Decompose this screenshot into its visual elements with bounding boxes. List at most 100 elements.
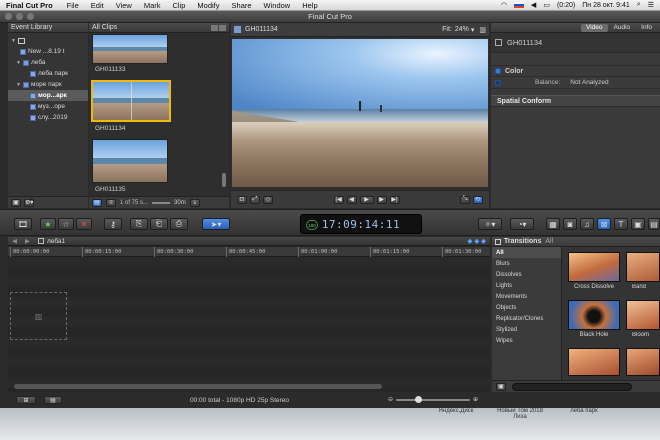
library-item[interactable]: ▼ море парк [8,79,88,90]
browser-scrollbar[interactable] [222,173,226,187]
balance-checkbox[interactable] [495,79,501,86]
category-dissolves[interactable]: Dissolves [492,269,561,280]
back-arrow-icon[interactable]: ◀ [12,237,17,245]
close-button[interactable] [5,13,12,20]
color-section[interactable]: Color [491,65,660,77]
desktop-icon-label[interactable]: Яндекс.Диск [430,408,482,414]
keyword-icon[interactable]: ⚷ [104,218,122,230]
menu-modify[interactable]: Modify [191,1,225,10]
library-item[interactable]: ▼ леба [8,57,88,68]
retime-icon[interactable]: ◔▾ [510,218,534,230]
library-item[interactable]: муз...оре [8,101,88,112]
clip-appearance-button[interactable]: ⇣ [189,198,200,207]
music-icon[interactable]: ♫ [580,218,594,230]
clip-duration[interactable]: 30m [174,200,186,206]
transitions-search-input[interactable] [512,382,632,391]
transitions-browser-icon[interactable]: ⊠ [597,218,611,230]
connect-clip-icon[interactable]: ⎘ [130,218,148,230]
timeline-index-toggle-icon[interactable]: ▤ [44,396,62,404]
category-all[interactable]: All [492,247,561,258]
go-to-start-icon[interactable]: |◀ [333,195,344,204]
library-item-selected[interactable]: мор...арк [8,90,88,101]
previous-frame-icon[interactable]: ◀ [346,195,357,204]
enhancements-icon[interactable]: ✧▾ [478,218,502,230]
desktop-icon-label[interactable]: леба парк [558,408,610,414]
show-library-button[interactable]: ▣ [11,198,21,207]
video-frame[interactable] [232,39,488,187]
camera-icon[interactable]: ◙ [563,218,577,230]
timeline-tracks[interactable] [8,257,490,392]
clock[interactable]: Пн 28 окт. 9:41 [582,2,630,9]
menu-edit[interactable]: Edit [85,1,110,10]
transition-thumbnail[interactable] [626,348,660,376]
transition-thumbnail[interactable] [568,300,620,330]
favorite-icon[interactable]: ★ [40,218,56,230]
fullscreen-icon[interactable]: ⤡ [460,195,470,204]
menu-view[interactable]: View [110,1,138,10]
minimize-button[interactable] [16,13,23,20]
themes-icon[interactable]: ▤ [648,218,660,230]
disclosure-triangle-icon[interactable]: ▼ [16,82,21,88]
tab-audio[interactable]: Audio [609,24,636,32]
tab-video[interactable]: Video [581,23,608,32]
menu-mark[interactable]: Mark [138,1,167,10]
transform-tool-icon[interactable]: ⤢ [250,195,260,204]
zoom-button[interactable] [27,13,34,20]
category-lights[interactable]: Lights [492,280,561,291]
action-gear-button[interactable]: ⚙▾ [24,198,35,207]
category-blurs[interactable]: Blurs [492,258,561,269]
spotlight-icon[interactable]: ⌕ [637,1,641,9]
forward-arrow-icon[interactable]: ▶ [25,237,30,245]
sidebar-toggle-icon[interactable]: ▣ [496,382,506,391]
insert-clip-icon[interactable]: ⎗ [150,218,168,230]
zoom-slider-track[interactable] [396,395,470,403]
category-replicator-clones[interactable]: Replicator/Clones [492,313,561,324]
tab-info[interactable]: Info [636,24,657,32]
viewer-switch-icon[interactable]: ▥ [479,26,486,34]
menu-window[interactable]: Window [258,1,297,10]
menu-help[interactable]: Help [296,1,323,10]
unrate-icon[interactable]: ☆ [58,218,74,230]
select-tool-icon[interactable]: ➤▾ [202,218,230,230]
zoom-out-icon[interactable]: ⊖ [388,396,393,403]
menu-clip[interactable]: Clip [167,1,192,10]
battery-icon[interactable]: ▭ [543,1,550,9]
reject-icon[interactable]: ✕ [76,218,92,230]
notification-list-icon[interactable]: ☰ [648,1,654,9]
volume-icon[interactable]: ◀︎ [531,1,536,9]
empty-storyline-placeholder[interactable]: ▥ [10,292,67,340]
color-enable-checkbox[interactable] [495,68,501,74]
timeline-ruler[interactable]: 00:00:00:00 00:00:15:00 00:00:30:00 00:0… [8,247,490,257]
menu-share[interactable]: Share [226,1,258,10]
zoom-in-icon[interactable]: ⊕ [473,396,478,403]
library-item[interactable]: New ...8.19 t [8,46,88,57]
library-item[interactable]: слу...2019 [8,112,88,123]
category-movements[interactable]: Movements [492,291,561,302]
transition-thumbnail[interactable] [626,300,660,330]
disclosure-triangle-icon[interactable]: ▼ [16,60,21,66]
play-icon[interactable]: ▶ [359,195,374,204]
audio-meters-icon[interactable]: ⊞ [16,396,36,404]
menu-file[interactable]: File [61,1,85,10]
menu-app-name[interactable]: Final Cut Pro [0,1,61,10]
generators-icon[interactable]: ▣ [631,218,645,230]
transition-thumbnail[interactable] [626,252,660,282]
browser-clip-actions-icon[interactable] [211,24,226,31]
loop-icon[interactable]: ↻ [473,195,483,204]
zoom-slider[interactable] [152,201,171,204]
timecode-display[interactable]: 100 17:09:14:11 [300,214,422,234]
next-frame-icon[interactable]: ▶ [376,195,387,204]
clips-filter[interactable]: All Clips [92,24,117,31]
viewer-zoom-value[interactable]: 24% [455,26,469,33]
input-flag-icon[interactable] [513,2,524,8]
clip-thumbnail-selected[interactable] [91,80,171,122]
filmstrip-view-button[interactable]: ▤ [92,198,102,207]
timeline-index-icon[interactable]: ◆ ◆ ◆ [467,237,486,245]
timeline-scrollbar[interactable] [14,384,382,389]
media-browser-photos-icon[interactable]: ▦ [546,218,560,230]
library-root[interactable]: ▼ [8,35,88,46]
category-wipes[interactable]: Wipes [492,335,561,346]
wifi-icon[interactable]: ◠ [501,1,507,9]
append-clip-icon[interactable]: ⎙ [170,218,188,230]
category-stylized[interactable]: Stylized [492,324,561,335]
